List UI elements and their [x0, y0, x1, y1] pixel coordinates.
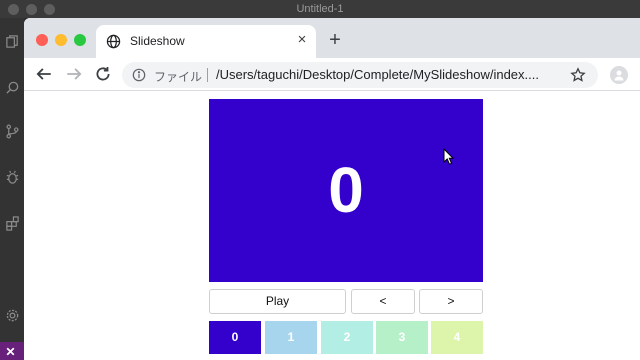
person-icon — [614, 70, 624, 81]
browser-toolbar: ファイル /Users/taguchi/Desktop/Complete/MyS… — [24, 58, 640, 91]
tab-close-icon[interactable]: × — [294, 32, 310, 48]
window-close-button[interactable] — [36, 34, 48, 46]
next-button[interactable]: > — [419, 289, 483, 314]
thumbnail-2[interactable]: 2 — [321, 321, 373, 354]
slide-number: 0 — [328, 154, 364, 226]
tab-title: Slideshow — [130, 34, 185, 48]
remote-indicator[interactable] — [0, 342, 24, 360]
window-minimize-button[interactable] — [55, 34, 67, 46]
address-separator — [207, 68, 208, 82]
globe-icon — [106, 34, 121, 49]
editor-activity-bar — [0, 18, 24, 360]
play-button[interactable]: Play — [209, 289, 346, 314]
extensions-icon[interactable] — [5, 216, 20, 231]
page-content: 0 Play < > 0 1 2 3 4 — [24, 92, 640, 360]
browser-window: Slideshow × + ファイル /Users/taguchi/Deskto… — [24, 18, 640, 360]
forward-arrow-icon[interactable] — [65, 65, 83, 83]
prev-button[interactable]: < — [351, 289, 415, 314]
remote-x-icon — [6, 347, 15, 356]
slide-display: 0 — [209, 99, 483, 282]
address-bar[interactable]: ファイル /Users/taguchi/Desktop/Complete/MyS… — [122, 62, 598, 88]
window-zoom-button[interactable] — [74, 34, 86, 46]
bookmark-star-icon[interactable] — [570, 67, 586, 83]
new-tab-button[interactable]: + — [326, 30, 344, 50]
file-scheme-label: ファイル — [154, 70, 203, 84]
reload-icon[interactable] — [94, 65, 112, 83]
url-text[interactable]: /Users/taguchi/Desktop/Complete/MySlides… — [216, 67, 539, 82]
profile-avatar[interactable] — [610, 66, 628, 84]
thumbnail-3[interactable]: 3 — [376, 321, 428, 354]
thumbnail-4[interactable]: 4 — [431, 321, 483, 354]
back-arrow-icon[interactable] — [35, 65, 53, 83]
editor-titlebar: Untitled-1 — [0, 0, 640, 18]
tab-slideshow[interactable]: Slideshow × — [96, 25, 316, 58]
mouse-cursor-icon — [443, 148, 455, 165]
search-icon[interactable] — [5, 80, 20, 95]
thumbnail-1[interactable]: 1 — [265, 321, 317, 354]
source-control-icon[interactable] — [5, 124, 20, 139]
tab-strip: Slideshow × + — [24, 18, 640, 58]
debug-icon[interactable] — [5, 170, 20, 185]
explorer-icon[interactable] — [5, 34, 20, 49]
editor-window-title: Untitled-1 — [296, 3, 344, 15]
thumbnail-0[interactable]: 0 — [209, 321, 261, 354]
settings-gear-icon[interactable] — [5, 308, 20, 323]
info-icon[interactable] — [132, 68, 146, 82]
